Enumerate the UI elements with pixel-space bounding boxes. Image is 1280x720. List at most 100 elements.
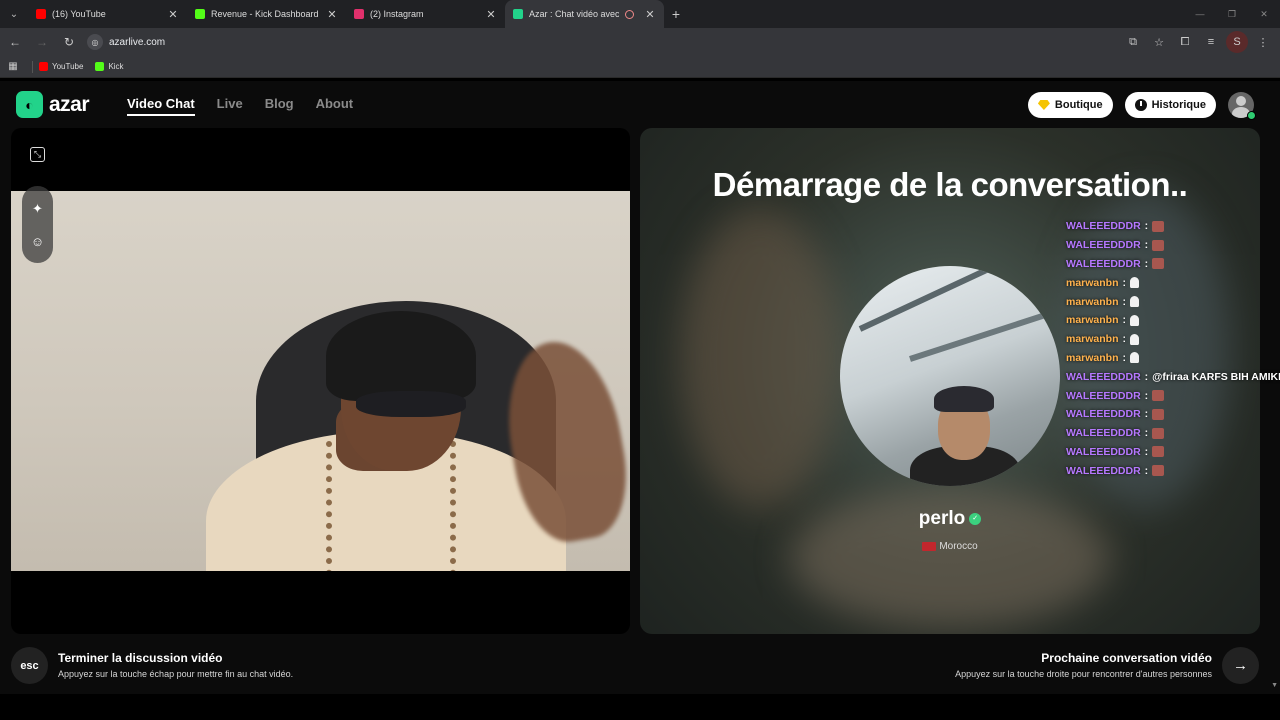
url-field[interactable]: ◎ azarlive.com	[87, 31, 1116, 53]
chat-message: WALEEEDDDR:	[1066, 255, 1280, 274]
bookmarks-bar: ▦ YouTube Kick	[0, 56, 1280, 78]
chat-username: WALEEEDDDR	[1066, 239, 1141, 252]
bookmark-label: Kick	[108, 62, 124, 71]
chat-separator: :	[1144, 239, 1149, 252]
tab-strip: (16) YouTube ✕ Revenue - Kick Dashboard ✕ (2…	[28, 0, 664, 28]
verified-badge-icon: ✓	[969, 512, 982, 525]
face-filter-icon[interactable]: ☺	[31, 234, 44, 249]
browser-tab[interactable]: (16) YouTube ✕	[28, 0, 187, 28]
close-window-icon[interactable]: ✕	[1248, 0, 1280, 28]
browser-tab[interactable]: (2) Instagram ✕	[346, 0, 505, 28]
chat-separator: :	[1144, 257, 1149, 270]
effects-toolbar: ✦ ☺	[22, 186, 53, 263]
cast-icon[interactable]: ⧉	[1122, 31, 1144, 53]
bookmark-item[interactable]: Kick	[95, 62, 124, 71]
chat-message: marwanbn:	[1066, 330, 1280, 349]
main-nav: Video Chat Live Blog About	[127, 96, 353, 116]
tab-search-chevron-icon[interactable]: ⌄	[0, 0, 28, 28]
tab-title: (16) YouTube	[52, 9, 106, 19]
minimize-view-icon[interactable]: ⤡	[30, 147, 45, 162]
profile-button[interactable]: S	[1226, 31, 1248, 53]
peer-country-text: Morocco	[939, 541, 978, 552]
ghost-emote-icon	[1130, 277, 1140, 289]
chat-username: marwanbn	[1066, 333, 1119, 346]
chat-message: WALEEEDDDR: @friraa KARFS BIH AMIKHI	[1066, 367, 1280, 386]
esc-key-button[interactable]: esc	[11, 647, 48, 684]
nav-item-blog[interactable]: Blog	[265, 96, 294, 116]
minimize-icon[interactable]: —	[1184, 0, 1216, 28]
extensions-icon[interactable]: ⧠	[1174, 31, 1196, 53]
emote-icon	[1152, 220, 1165, 232]
restore-icon[interactable]: ❐	[1216, 0, 1248, 28]
chat-username: WALEEEDDDR	[1066, 370, 1141, 383]
tab-close-icon[interactable]: ✕	[644, 8, 656, 21]
next-arrow-button[interactable]: →	[1222, 647, 1259, 684]
site-info-icon[interactable]: ◎	[87, 34, 103, 50]
tab-close-icon[interactable]: ✕	[485, 8, 497, 21]
menu-kebab-icon[interactable]: ⋮	[1252, 31, 1274, 53]
emote-icon	[1152, 258, 1165, 270]
nav-item-live[interactable]: Live	[217, 96, 243, 116]
scroll-down-icon[interactable]: ▼	[1271, 682, 1278, 689]
chat-message: WALEEEDDDR:	[1066, 443, 1280, 462]
chat-message: WALEEEDDDR:	[1066, 424, 1280, 443]
tab-title: Revenue - Kick Dashboard	[211, 9, 319, 19]
bookmark-star-icon[interactable]: ☆	[1148, 31, 1170, 53]
chat-message: WALEEEDDDR:	[1066, 217, 1280, 236]
ghost-emote-icon	[1130, 352, 1140, 364]
browser-tab[interactable]: Azar : Chat vidéo avec de n ✕	[505, 0, 664, 28]
sparkle-effects-icon[interactable]: ✦	[32, 201, 43, 217]
browser-tab[interactable]: Revenue - Kick Dashboard ✕	[187, 0, 346, 28]
shop-label: Boutique	[1054, 99, 1103, 111]
tab-title: Azar : Chat vidéo avec de n	[529, 9, 619, 19]
bucket-hat-shape	[326, 311, 476, 401]
chat-username: marwanbn	[1066, 351, 1119, 364]
connecting-title: Démarrage de la conversation..	[712, 166, 1188, 203]
peer-name-text: perlo	[918, 508, 966, 529]
chat-separator: :	[1144, 464, 1149, 477]
emote-icon	[1152, 446, 1165, 458]
forward-arrow-icon[interactable]: →	[30, 30, 54, 54]
tab-favicon-icon	[36, 9, 46, 19]
bookmarks-divider	[32, 60, 33, 73]
bookmark-item[interactable]: YouTube	[39, 62, 83, 71]
bookmark-favicon-icon	[95, 62, 105, 71]
chat-separator: :	[1144, 445, 1149, 458]
history-button[interactable]: Historique	[1124, 92, 1216, 118]
tab-close-icon[interactable]: ✕	[167, 8, 179, 21]
chat-username: WALEEEDDDR	[1066, 389, 1141, 402]
window-controls: — ❐ ✕	[1184, 0, 1280, 28]
stream-chat-overlay: WALEEEDDDR: WALEEEDDDR: WALEEEDDDR: marwanb…	[1066, 217, 1280, 480]
apps-grid-icon[interactable]: ▦	[0, 61, 26, 72]
chat-separator: :	[1144, 427, 1149, 440]
chat-message: WALEEEDDDR:	[1066, 386, 1280, 405]
ghost-emote-icon	[1130, 333, 1140, 345]
ghost-emote-icon	[1130, 296, 1140, 308]
tab-close-icon[interactable]: ✕	[326, 8, 338, 21]
nav-item-about[interactable]: About	[316, 96, 354, 116]
bottom-strip	[0, 694, 1280, 720]
chat-separator: :	[1122, 295, 1127, 308]
reload-icon[interactable]: ↻	[57, 30, 81, 54]
url-text: azarlive.com	[109, 36, 166, 48]
bookmark-label: YouTube	[52, 62, 84, 71]
nav-item-video-chat[interactable]: Video Chat	[127, 96, 195, 116]
online-status-dot	[1247, 111, 1256, 120]
browser-tab-bar: ⌄ (16) YouTube ✕ Revenue - Kick Dashboard ✕…	[0, 0, 1280, 28]
tab-favicon-icon	[195, 9, 205, 19]
chat-separator: :	[1144, 389, 1149, 402]
shop-button[interactable]: Boutique	[1027, 92, 1113, 118]
back-arrow-icon[interactable]: ←	[3, 30, 27, 54]
end-chat-title: Terminer la discussion vidéo	[58, 651, 223, 665]
next-chat-subtitle: Appuyez sur la touche droite pour rencon…	[955, 669, 1212, 679]
new-tab-button[interactable]: +	[664, 0, 688, 28]
chat-username: WALEEEDDDR	[1066, 445, 1141, 458]
chat-username: WALEEEDDDR	[1066, 257, 1141, 270]
azar-logo[interactable]: ◐ azar	[16, 91, 90, 118]
logo-text: azar	[49, 92, 90, 116]
chat-separator: :	[1122, 314, 1127, 327]
media-control-icon[interactable]: ≡	[1200, 31, 1222, 53]
chat-username: marwanbn	[1066, 276, 1119, 289]
chat-username: WALEEEDDDR	[1066, 408, 1141, 421]
azar-logo-icon: ◐	[16, 91, 43, 118]
